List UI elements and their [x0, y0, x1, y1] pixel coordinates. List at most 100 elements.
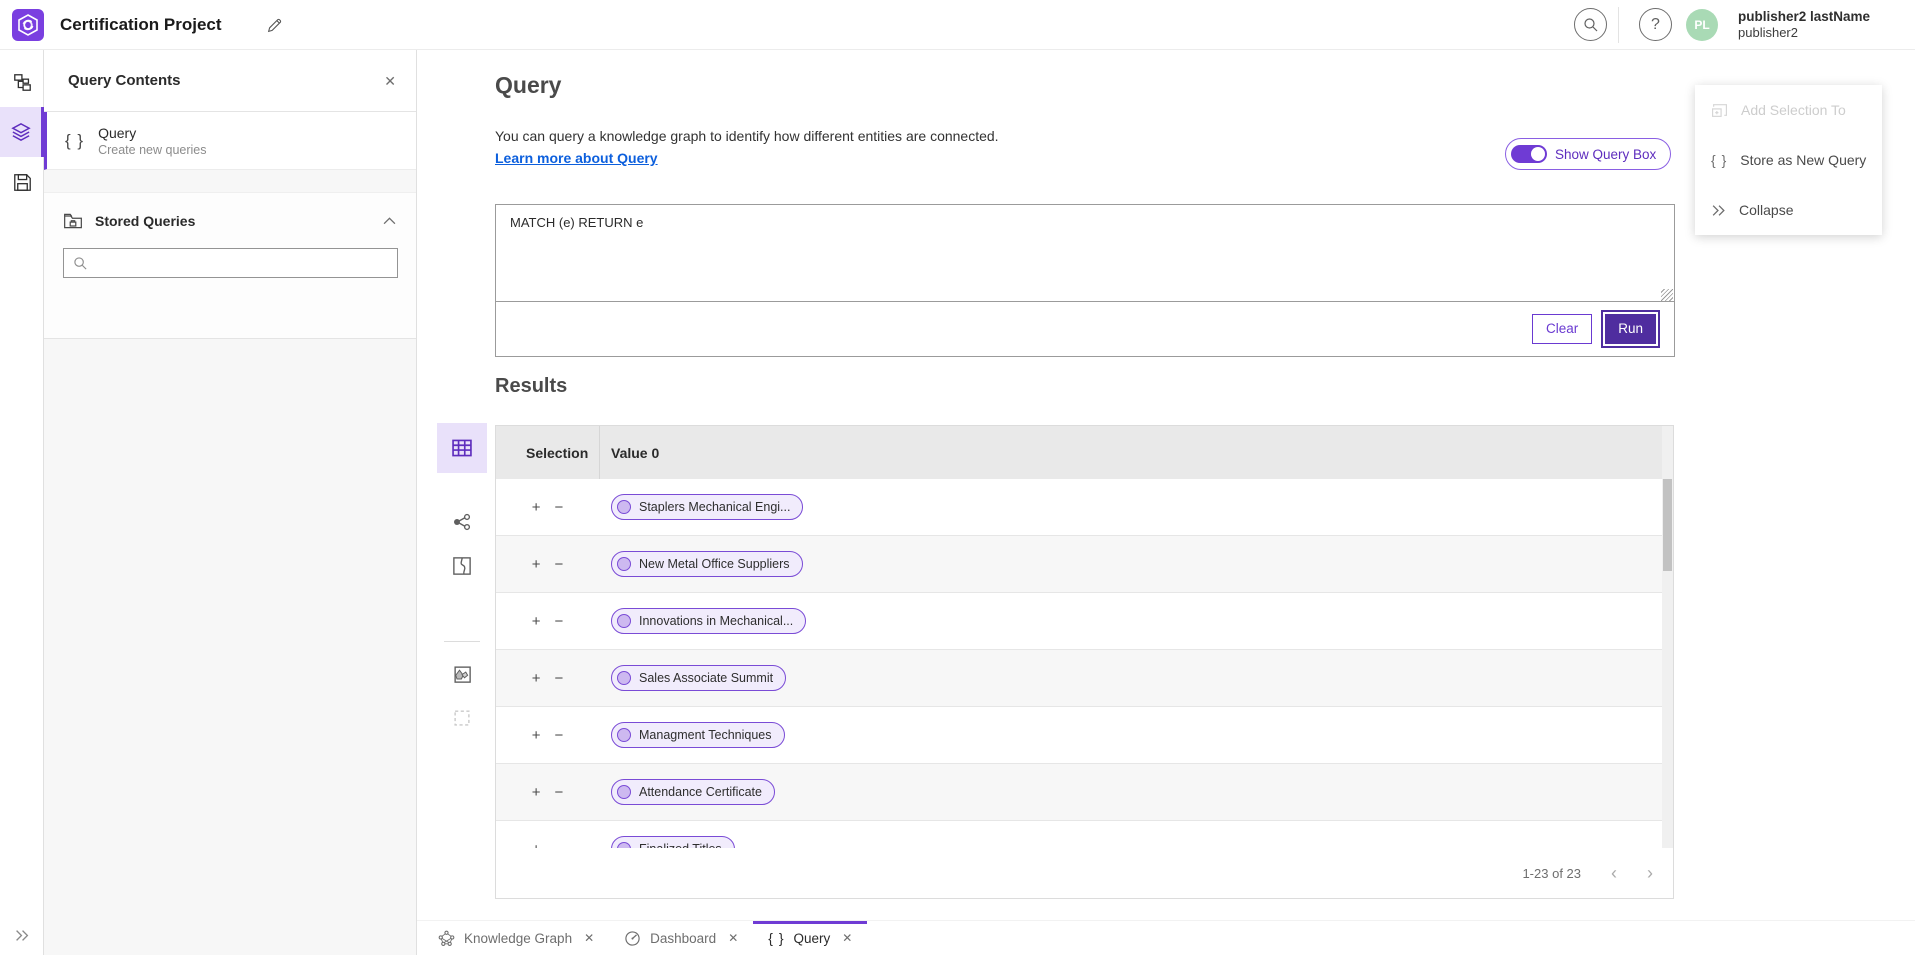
hexagon-swirl-icon [16, 13, 40, 37]
value-cell: New Metal Office Suppliers [599, 551, 803, 577]
stored-queries-section: Stored Queries [44, 192, 416, 339]
expand-rail-button[interactable] [0, 921, 44, 949]
view-add-to-map-button[interactable] [437, 649, 487, 699]
remove-selection-button[interactable]: − [555, 613, 564, 630]
entity-pill[interactable]: New Metal Office Suppliers [611, 551, 803, 577]
add-selection-button[interactable]: + [532, 784, 541, 801]
tab-query[interactable]: { } Query ✕ [753, 921, 867, 955]
avatar-initials: PL [1694, 18, 1709, 32]
stored-queries-search-input[interactable] [96, 249, 397, 277]
add-selection-button[interactable]: + [532, 499, 541, 516]
table-body: + − Staplers Mechanical Engi... + − [496, 479, 1673, 850]
query-editor-container: MATCH (e) RETURN e Clear Run [495, 204, 1675, 357]
remove-selection-button[interactable]: − [555, 556, 564, 573]
hierarchy-icon [13, 73, 32, 92]
value-cell: Attendance Certificate [599, 779, 775, 805]
query-item-text: Query Create new queries [98, 124, 206, 158]
view-selection-button[interactable] [437, 693, 487, 743]
query-item-subtitle: Create new queries [98, 142, 206, 158]
app-logo-icon[interactable] [12, 9, 44, 41]
entity-label: New Metal Office Suppliers [639, 557, 790, 571]
scrollbar-thumb[interactable] [1663, 479, 1672, 571]
entity-dot-icon [617, 500, 631, 514]
add-selection-button[interactable]: + [532, 727, 541, 744]
search-icon [1583, 17, 1599, 33]
panel-header: Query Contents ✕ [44, 50, 416, 112]
table-row: + − Finalized Titles [496, 821, 1673, 850]
remove-selection-button[interactable]: − [555, 670, 564, 687]
query-description: You can query a knowledge graph to ident… [495, 128, 999, 144]
braces-icon: { } [1711, 152, 1727, 168]
top-bar: Certification Project ? PL publisher2 la… [0, 0, 1915, 50]
run-button[interactable]: Run [1605, 314, 1656, 344]
menu-item-collapse[interactable]: Collapse [1695, 185, 1882, 235]
next-page-button[interactable]: › [1647, 864, 1653, 882]
menu-item-add-selection-to[interactable]: Add Selection To [1695, 85, 1882, 135]
selection-cell: + − [496, 784, 599, 801]
close-tab-button[interactable]: ✕ [842, 931, 852, 945]
view-table-button[interactable] [437, 423, 487, 473]
tab-label: Dashboard [650, 931, 716, 946]
entity-label: Managment Techniques [639, 728, 772, 742]
tab-knowledge-graph[interactable]: Knowledge Graph ✕ [423, 921, 609, 955]
double-chevron-right-icon [1711, 204, 1726, 217]
add-selection-button[interactable]: + [532, 670, 541, 687]
toggle-label: Show Query Box [1555, 147, 1656, 162]
entity-pill[interactable]: Attendance Certificate [611, 779, 775, 805]
entity-pill[interactable]: Sales Associate Summit [611, 665, 786, 691]
tab-dashboard[interactable]: Dashboard ✕ [609, 921, 753, 955]
tab-label: Query [794, 931, 831, 946]
rail-item-contents[interactable] [0, 107, 44, 157]
link-chart-icon [452, 512, 472, 532]
entity-pill[interactable]: Staplers Mechanical Engi... [611, 494, 803, 520]
entity-pill[interactable]: Managment Techniques [611, 722, 785, 748]
user-avatar[interactable]: PL [1686, 9, 1718, 41]
show-query-box-toggle[interactable]: Show Query Box [1505, 138, 1671, 170]
close-panel-button[interactable]: ✕ [384, 74, 396, 88]
resize-handle[interactable] [1661, 289, 1673, 301]
value-cell: Sales Associate Summit [599, 665, 786, 691]
table-scrollbar[interactable] [1662, 479, 1673, 850]
selection-cell: + − [496, 556, 599, 573]
table-footer: 1-23 of 23 ‹ › [496, 848, 1673, 898]
rail-item-save[interactable] [0, 157, 44, 207]
table-row: + − Staplers Mechanical Engi... [496, 479, 1673, 536]
rail-item-data-model[interactable] [0, 57, 44, 107]
clear-button[interactable]: Clear [1532, 314, 1592, 344]
user-info[interactable]: publisher2 lastName publisher2 [1738, 9, 1870, 41]
view-link-chart-button[interactable] [437, 497, 487, 547]
menu-item-store-as-new-query[interactable]: { } Store as New Query [1695, 135, 1882, 185]
add-selection-button[interactable]: + [532, 613, 541, 630]
dashboard-gauge-icon [624, 930, 641, 947]
global-search-button[interactable] [1574, 8, 1607, 41]
remove-selection-button[interactable]: − [555, 499, 564, 516]
table-row: + − Managment Techniques [496, 707, 1673, 764]
view-map-button[interactable] [437, 541, 487, 591]
run-button-focus-ring: Run [1601, 310, 1660, 348]
entity-pill[interactable]: Innovations in Mechanical... [611, 608, 806, 634]
project-title: Certification Project [60, 0, 222, 50]
add-selection-button[interactable]: + [532, 556, 541, 573]
menu-item-label: Collapse [1739, 202, 1793, 218]
query-item-title: Query [98, 124, 206, 142]
header-scrollbar-gap [1662, 426, 1673, 479]
strip-divider [444, 641, 480, 642]
query-contents-item-query[interactable]: { } Query Create new queries [44, 112, 416, 170]
add-selection-icon [1711, 102, 1728, 119]
bottom-tab-bar: Knowledge Graph ✕ Dashboard ✕ { } Query … [417, 920, 1915, 955]
close-tab-button[interactable]: ✕ [584, 931, 594, 945]
remove-selection-button[interactable]: − [555, 784, 564, 801]
previous-page-button[interactable]: ‹ [1611, 864, 1617, 882]
stored-queries-header[interactable]: Stored Queries [44, 197, 416, 245]
help-button[interactable]: ? [1639, 8, 1672, 41]
tab-label: Knowledge Graph [464, 931, 572, 946]
close-tab-button[interactable]: ✕ [728, 931, 738, 945]
selection-cell: + − [496, 670, 599, 687]
remove-selection-button[interactable]: − [555, 727, 564, 744]
edit-title-button[interactable] [262, 13, 286, 37]
learn-more-link[interactable]: Learn more about Query [495, 150, 658, 166]
toggle-switch-icon [1511, 145, 1547, 163]
entity-dot-icon [617, 557, 631, 571]
entity-label: Sales Associate Summit [639, 671, 773, 685]
query-textarea[interactable]: MATCH (e) RETURN e [496, 205, 1674, 302]
